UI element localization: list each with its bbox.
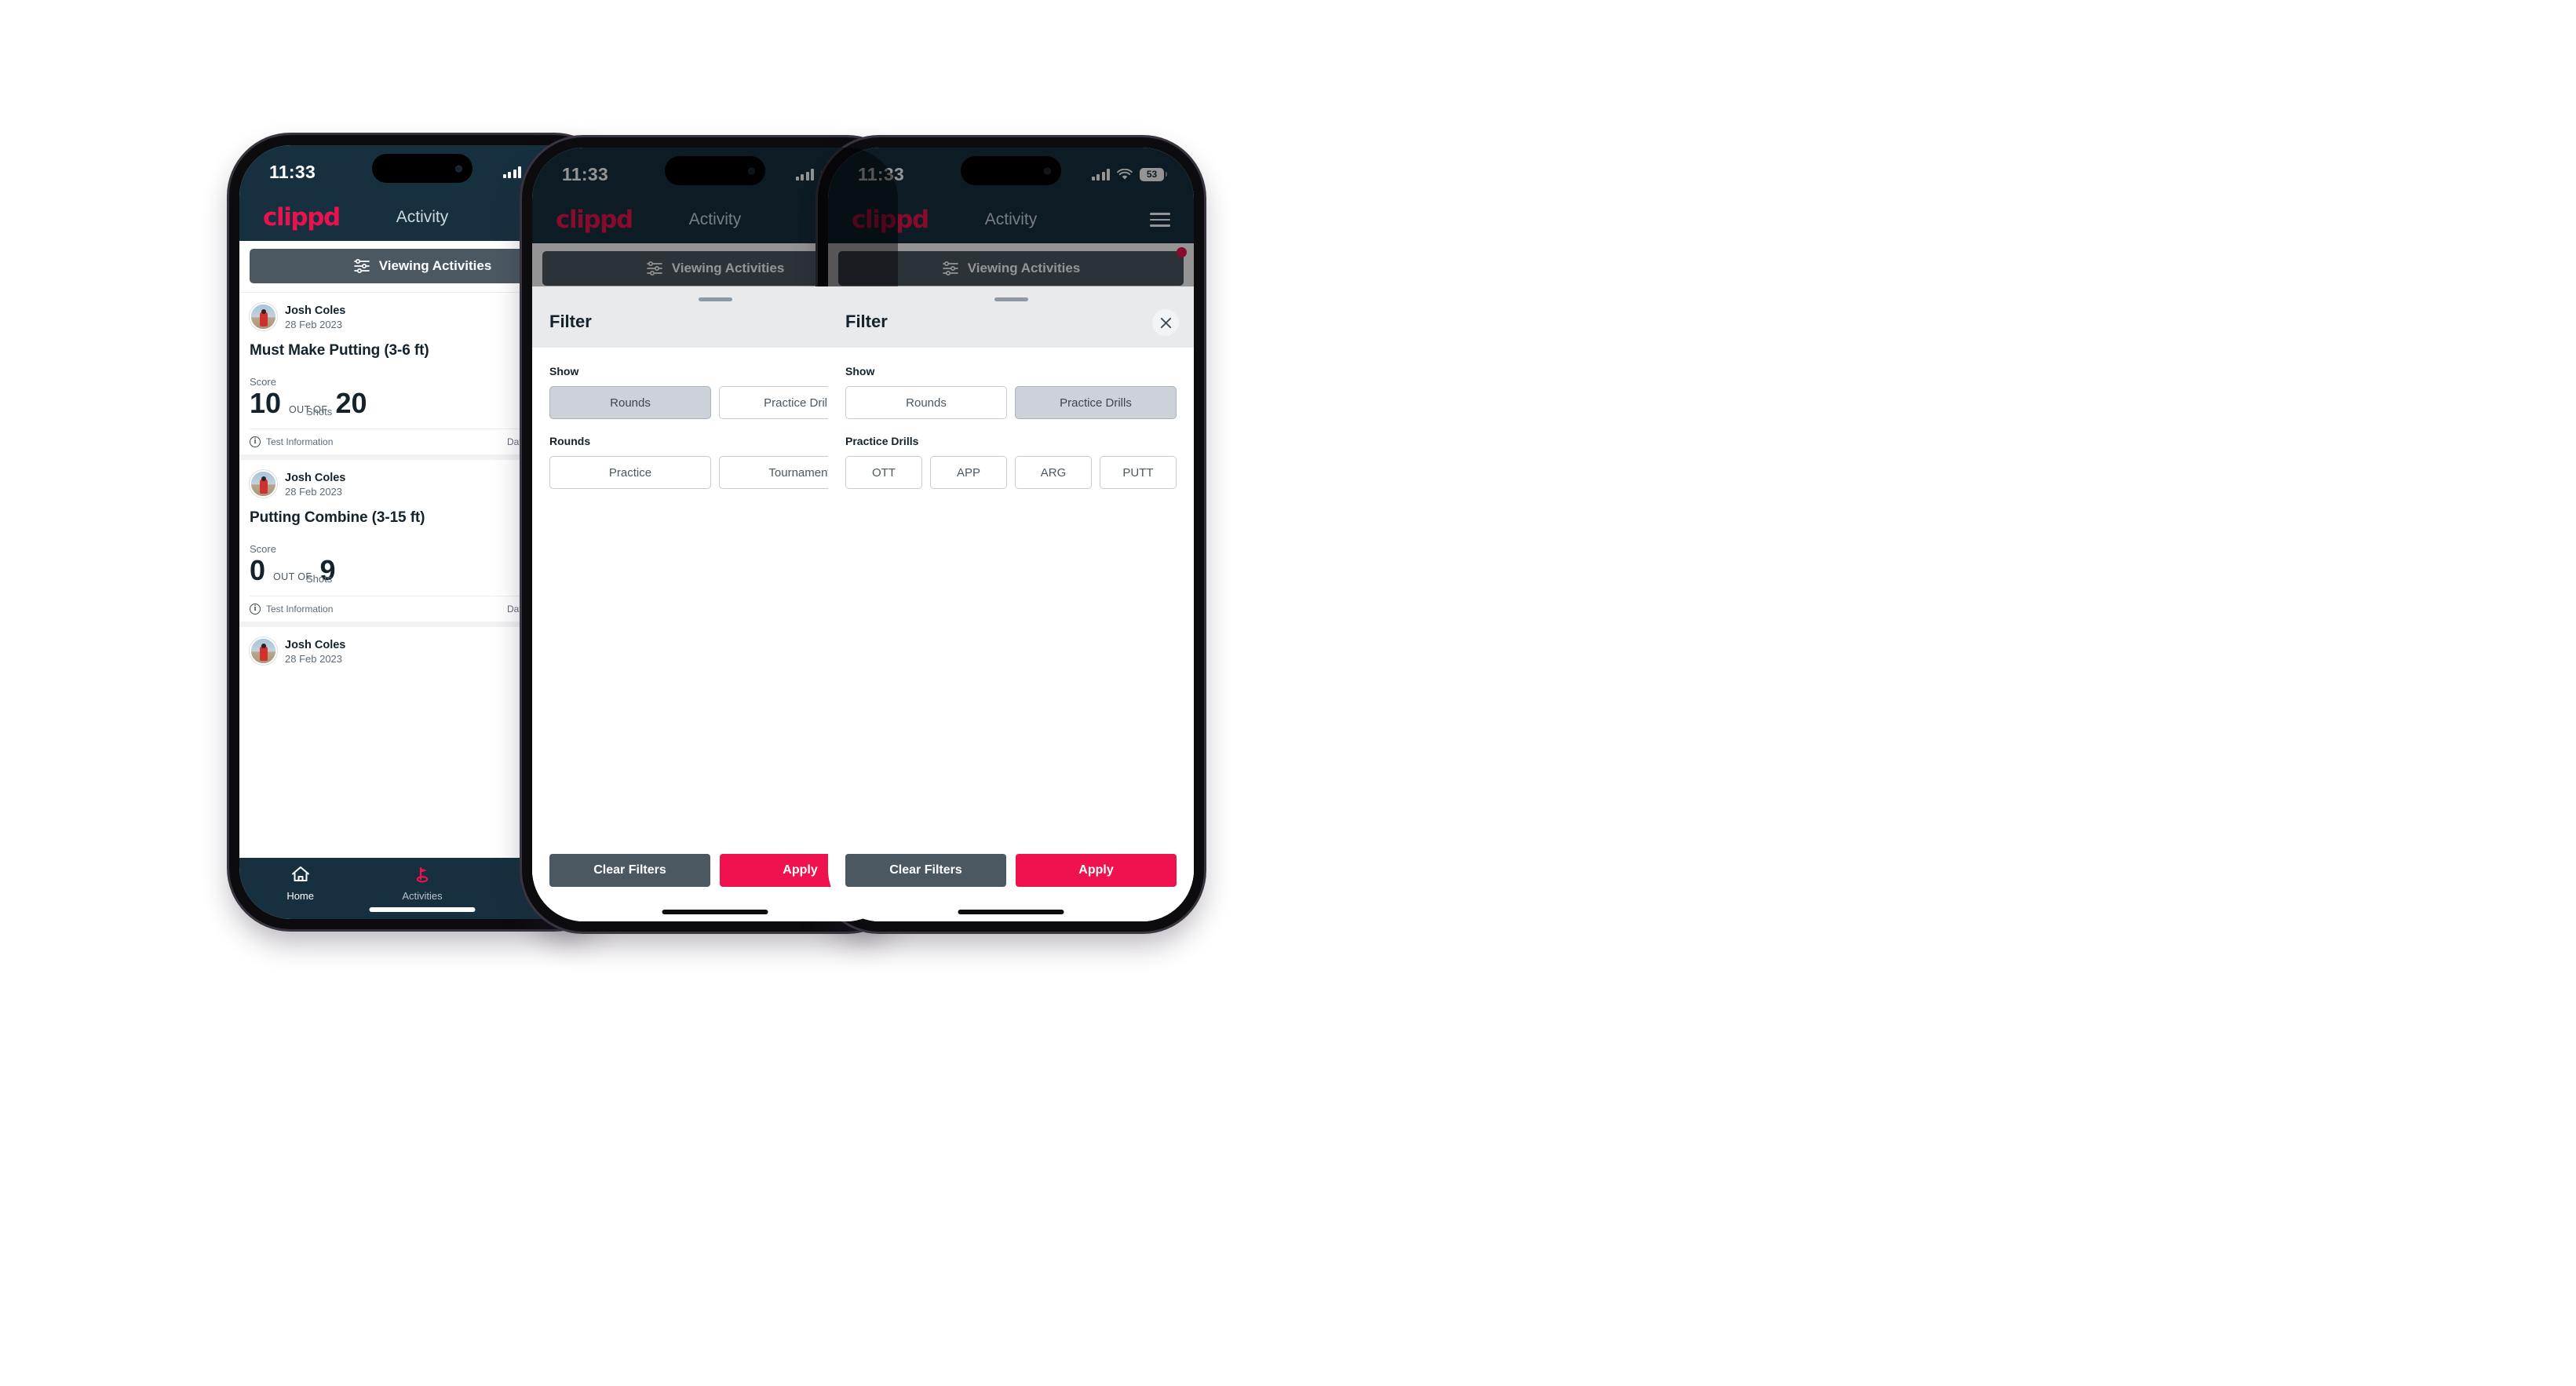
cellular-signal-icon xyxy=(502,166,521,178)
filter-sheet-body: Show Rounds Practice Drills Practice Dri… xyxy=(828,348,1194,854)
clear-filters-button[interactable]: Clear Filters xyxy=(549,854,710,887)
avatar xyxy=(250,303,277,330)
screenshot-canvas: 11:33 53 clippd Activity xyxy=(0,0,2576,1386)
test-information-label[interactable]: Test Information xyxy=(266,604,333,615)
info-icon[interactable]: i xyxy=(250,436,261,448)
clear-filters-button[interactable]: Clear Filters xyxy=(845,854,1006,887)
home-indicator xyxy=(958,910,1064,914)
practice-drills-group-label: Practice Drills xyxy=(845,435,919,447)
score-label: Score xyxy=(250,376,276,388)
score-value: 10 xyxy=(250,387,282,420)
show-option-practice-drills[interactable]: Practice Drills xyxy=(1015,386,1177,419)
filter-sheet-title: Filter xyxy=(845,312,888,331)
sliders-filter-icon xyxy=(353,258,370,274)
home-indicator xyxy=(662,910,768,914)
user-name: Josh Coles xyxy=(285,639,346,652)
page-title: Activity xyxy=(396,208,449,226)
shots-stat-label-holder: Shots xyxy=(306,573,332,585)
info-icon[interactable]: i xyxy=(250,604,261,615)
golf-flag-icon xyxy=(412,865,432,888)
avatar xyxy=(250,637,277,666)
user-name: Josh Coles xyxy=(285,305,346,317)
shots-label: Shots xyxy=(306,406,333,418)
show-group-label: Show xyxy=(845,365,875,378)
drill-option-ott[interactable]: OTT xyxy=(845,456,922,489)
nav-item-activities[interactable]: Activities xyxy=(361,865,483,902)
avatar xyxy=(250,470,277,498)
dynamic-island xyxy=(372,154,473,183)
drill-option-putt[interactable]: PUTT xyxy=(1100,456,1177,489)
user-name: Josh Coles xyxy=(285,472,346,485)
phone-3-filter-practice-drills: 11:33 53 clippd Activity Viewing Activit… xyxy=(818,137,1204,932)
phone-3-screen: 11:33 53 clippd Activity Viewing Activit… xyxy=(828,148,1194,921)
show-options-group: Rounds Practice Drills xyxy=(845,386,1177,419)
rounds-option-practice[interactable]: Practice xyxy=(549,456,711,489)
activity-date: 28 Feb 2023 xyxy=(285,319,343,331)
filter-sheet: Filter Show Rounds Practice Drills Pract… xyxy=(828,286,1194,921)
nav-label-activities: Activities xyxy=(402,890,443,902)
sheet-grabber-handle[interactable] xyxy=(698,297,732,301)
close-icon[interactable] xyxy=(1152,309,1179,336)
test-information-label[interactable]: Test Information xyxy=(266,436,333,447)
nav-label-home: Home xyxy=(286,890,314,902)
score-label: Score xyxy=(250,543,276,556)
practice-drills-options-group: OTT APP ARG PUTT xyxy=(845,456,1177,489)
shots-stat-label-holder: Shots xyxy=(306,406,332,418)
nav-item-home[interactable]: Home xyxy=(239,865,361,902)
apply-button[interactable]: Apply xyxy=(1016,854,1177,887)
activity-date: 28 Feb 2023 xyxy=(285,486,343,498)
show-option-rounds[interactable]: Rounds xyxy=(549,386,711,419)
filter-sheet-header: Filter xyxy=(828,286,1194,348)
sheet-grabber-handle[interactable] xyxy=(994,297,1028,301)
home-icon xyxy=(290,865,311,888)
filter-bar-label: Viewing Activities xyxy=(378,258,492,273)
show-option-rounds[interactable]: Rounds xyxy=(845,386,1007,419)
shots-label: Shots xyxy=(306,573,333,585)
drill-option-app[interactable]: APP xyxy=(930,456,1007,489)
score-value: 0 xyxy=(250,554,266,587)
drill-option-arg[interactable]: ARG xyxy=(1015,456,1092,489)
status-time: 11:33 xyxy=(269,161,316,182)
activity-date: 28 Feb 2023 xyxy=(285,653,343,666)
shots-value: 20 xyxy=(335,387,367,420)
clippd-logo: clippd xyxy=(263,202,341,232)
home-indicator xyxy=(369,907,476,912)
